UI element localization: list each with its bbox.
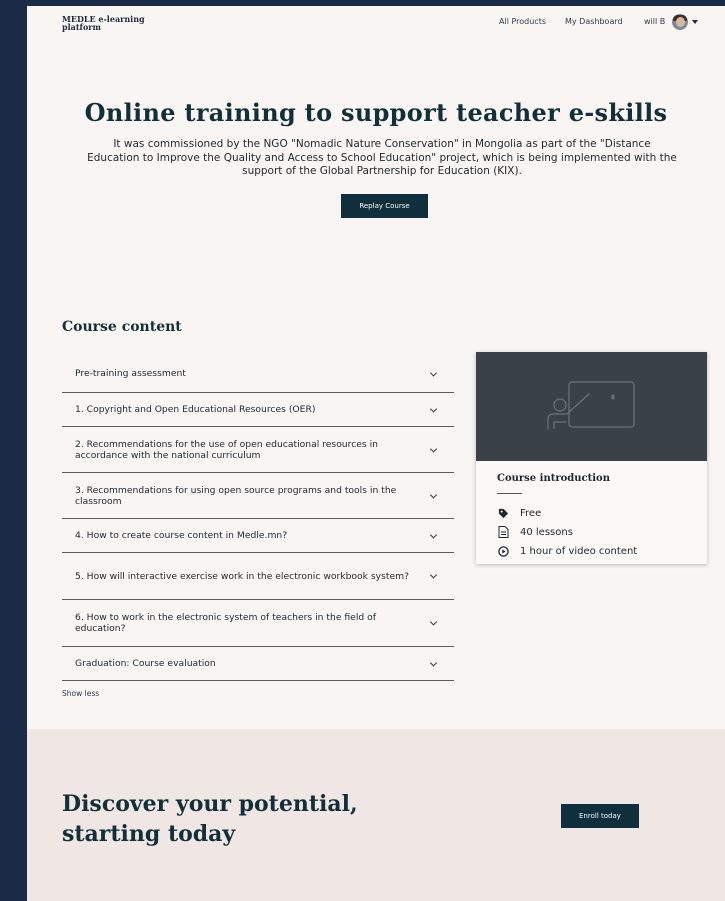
page-title: Online training to support teacher e-ski… xyxy=(84,98,668,127)
chevron-down-icon xyxy=(429,444,438,453)
show-less-link[interactable]: Show less xyxy=(62,689,99,698)
accordion-item-label: 2. Recommendations for the use of open e… xyxy=(75,438,378,461)
chevron-down-icon xyxy=(429,658,438,667)
accordion-item[interactable]: Pre-training assessment xyxy=(62,355,454,393)
accordion-item-label: 4. How to create course content in Medle… xyxy=(75,530,288,541)
top-nav: MEDLE e-learning platform All Products M… xyxy=(27,6,725,40)
accordion-item-label: Graduation: Course evaluation xyxy=(75,658,216,669)
chevron-down-icon xyxy=(429,571,438,579)
nav-my-dashboard[interactable]: My Dashboard xyxy=(565,17,623,26)
card-title: Course introduction xyxy=(497,473,610,484)
card-item-video: 1 hour of video content xyxy=(497,545,637,557)
card-item-lessons: 40 lessons xyxy=(497,526,573,538)
accordion-item[interactable]: 1. Copyright and Open Educational Resour… xyxy=(62,393,454,427)
accordion-item-label: 6. How to work in the electronic system … xyxy=(75,612,376,634)
course-accordion: Pre-training assessment 1. Copyright and… xyxy=(62,355,454,681)
accordion-item[interactable]: 3. Recommendations for using open source… xyxy=(62,473,454,519)
teacher-board-icon xyxy=(547,381,635,430)
accordion-item-label: Pre-training assessment xyxy=(75,368,186,379)
accordion-item-label: 5. How will interactive exercise work in… xyxy=(75,570,409,582)
accordion-item-label: 3. Recommendations for using open source… xyxy=(75,484,397,507)
chevron-down-icon xyxy=(429,490,438,499)
document-icon xyxy=(497,526,509,538)
site-logo[interactable]: MEDLE e-learning platform xyxy=(62,15,162,31)
chevron-down-icon xyxy=(429,404,438,413)
footer-title: Discover your potential, starting today xyxy=(62,791,358,847)
chevron-down-icon xyxy=(429,368,438,377)
course-image xyxy=(476,352,707,461)
user-name[interactable]: will B xyxy=(644,17,665,26)
card-item-price: Free xyxy=(497,507,541,519)
accordion-item[interactable]: 6. How to work in the electronic system … xyxy=(62,600,454,647)
nav-all-products[interactable]: All Products xyxy=(499,17,546,26)
footer-cta: Discover your potential, starting today … xyxy=(27,729,725,901)
enroll-today-button[interactable]: Enroll today xyxy=(561,804,639,828)
tag-icon xyxy=(497,507,509,519)
play-circle-icon xyxy=(497,545,509,557)
avatar[interactable] xyxy=(672,14,688,30)
accordion-item[interactable]: 4. How to create course content in Medle… xyxy=(62,519,454,553)
chevron-down-icon[interactable] xyxy=(692,20,698,24)
divider xyxy=(497,493,522,494)
card-item-label: Free xyxy=(520,507,542,519)
card-item-label: 40 lessons xyxy=(520,526,573,538)
course-intro-card: Course introduction Free 40 lessons 1 ho… xyxy=(476,352,707,564)
accordion-item[interactable]: Graduation: Course evaluation xyxy=(62,647,454,681)
replay-course-button[interactable]: Replay Course xyxy=(341,194,428,218)
accordion-item-label: 1. Copyright and Open Educational Resour… xyxy=(75,404,316,415)
page: MEDLE e-learning platform All Products M… xyxy=(27,6,725,901)
hero-subtitle: It was commissioned by the NGO "Nomadic … xyxy=(87,138,677,177)
card-item-label: 1 hour of video content xyxy=(520,545,638,557)
accordion-item[interactable]: 2. Recommendations for the use of open e… xyxy=(62,427,454,473)
chevron-down-icon xyxy=(429,530,438,539)
accordion-item[interactable]: 5. How will interactive exercise work in… xyxy=(62,553,454,600)
chevron-down-icon xyxy=(429,618,438,626)
course-content-title: Course content xyxy=(62,319,182,335)
